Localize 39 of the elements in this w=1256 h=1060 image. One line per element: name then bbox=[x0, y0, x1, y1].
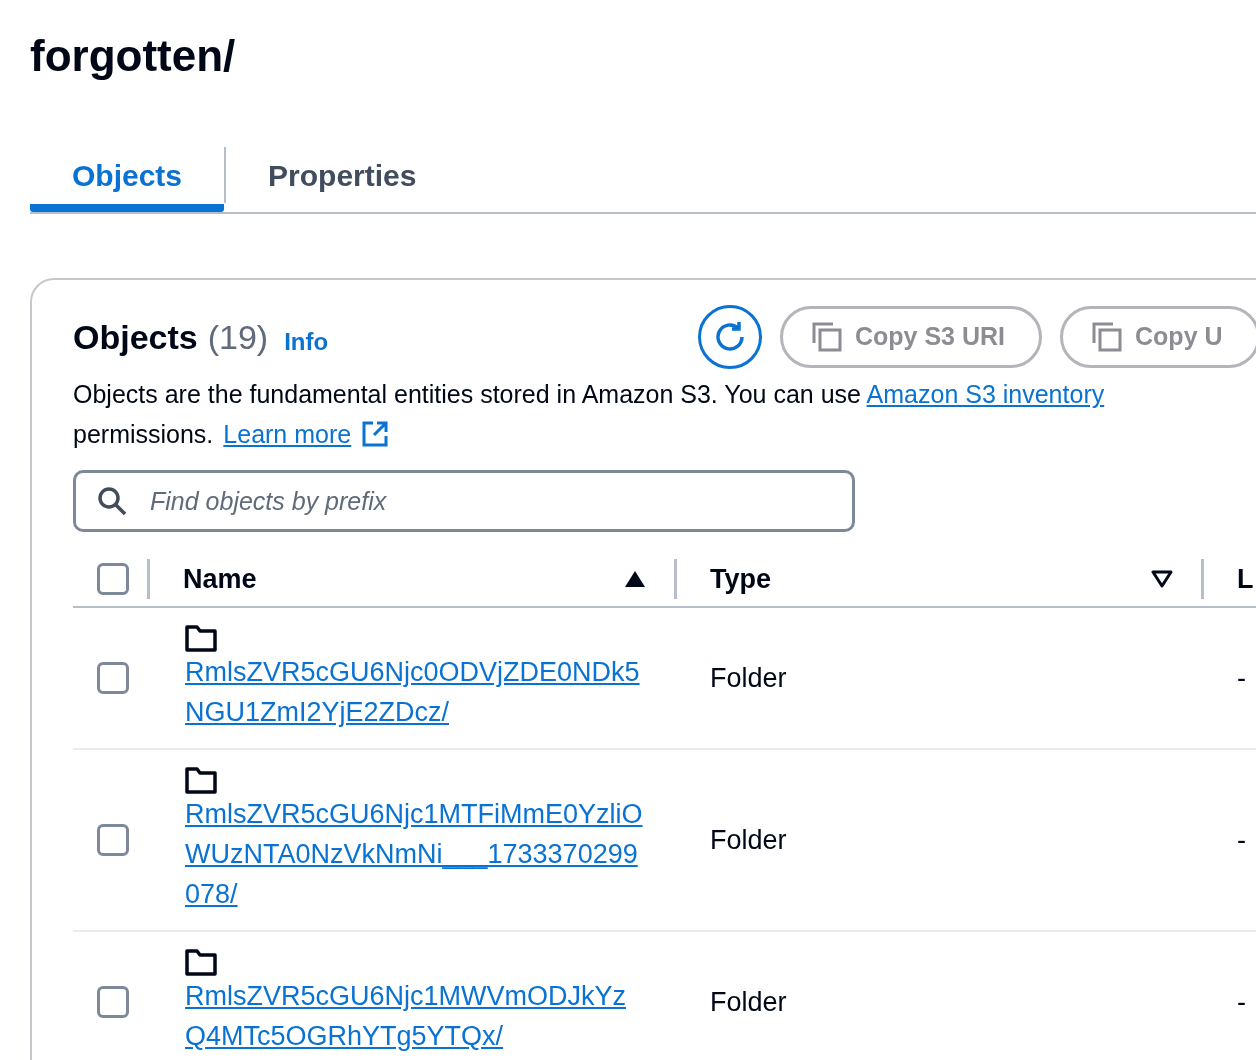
checkbox[interactable] bbox=[97, 986, 129, 1018]
folder-icon bbox=[185, 948, 217, 976]
search-field[interactable]: Find objects by prefix bbox=[73, 470, 855, 532]
tab[interactable]: Objects bbox=[30, 138, 225, 212]
table-cell: Folder bbox=[710, 824, 787, 855]
object-count: (19) bbox=[207, 316, 269, 358]
table-cell: - bbox=[1237, 824, 1246, 855]
table-cell: - bbox=[1237, 662, 1246, 693]
checkbox[interactable] bbox=[97, 563, 129, 595]
page-title: forgotten/ bbox=[30, 30, 236, 82]
table-cell: - bbox=[1237, 986, 1246, 1017]
folder-icon bbox=[185, 624, 217, 652]
info-link[interactable]: Info bbox=[284, 324, 329, 360]
table-cell: Folder bbox=[710, 662, 787, 693]
description-text: Objects are the fundamental entities stored in Amazon S3. You can use Amazon S3 inventory bbox=[73, 379, 1105, 410]
copy-button[interactable]: Copy S3 URI bbox=[780, 306, 1043, 368]
folder-icon bbox=[185, 766, 217, 794]
panel-heading: Objects bbox=[73, 316, 198, 358]
checkbox[interactable] bbox=[97, 824, 129, 856]
table-cell: Folder bbox=[710, 986, 787, 1017]
sort-ascending-icon[interactable] bbox=[624, 570, 646, 588]
sort-icon[interactable] bbox=[1151, 570, 1173, 588]
column-header[interactable]: Name bbox=[183, 558, 257, 600]
inventory-link[interactable]: Amazon S3 inventory bbox=[866, 380, 1105, 408]
tab[interactable]: Properties bbox=[226, 138, 459, 212]
learn-more-link[interactable]: Learn more bbox=[223, 414, 352, 454]
column-header[interactable]: Type bbox=[710, 558, 771, 600]
folder-link[interactable]: RmlsZVR5cGU6Njc1MTFiMmE0YzliOWUzNTA0NzVkNmNi___1733370299078/ bbox=[185, 794, 645, 914]
checkbox[interactable] bbox=[97, 662, 129, 694]
external-link-icon bbox=[361, 420, 390, 448]
copy-icon bbox=[1091, 321, 1124, 353]
refresh-button[interactable] bbox=[698, 305, 762, 369]
copy-icon bbox=[811, 321, 843, 353]
column-header[interactable]: L bbox=[1237, 558, 1254, 600]
folder-link[interactable]: RmlsZVR5cGU6Njc0ODVjZDE0NDk5NGU1ZmI2YjE2ZDcz/ bbox=[185, 652, 645, 732]
copy-button[interactable]: Copy U bbox=[1060, 306, 1256, 368]
description-text: permissions. bbox=[73, 419, 214, 450]
folder-link[interactable]: RmlsZVR5cGU6Njc1MWVmODJkYzQ4MTc5OGRhYTg5YTQx/ bbox=[185, 976, 645, 1056]
search-icon bbox=[97, 486, 127, 516]
